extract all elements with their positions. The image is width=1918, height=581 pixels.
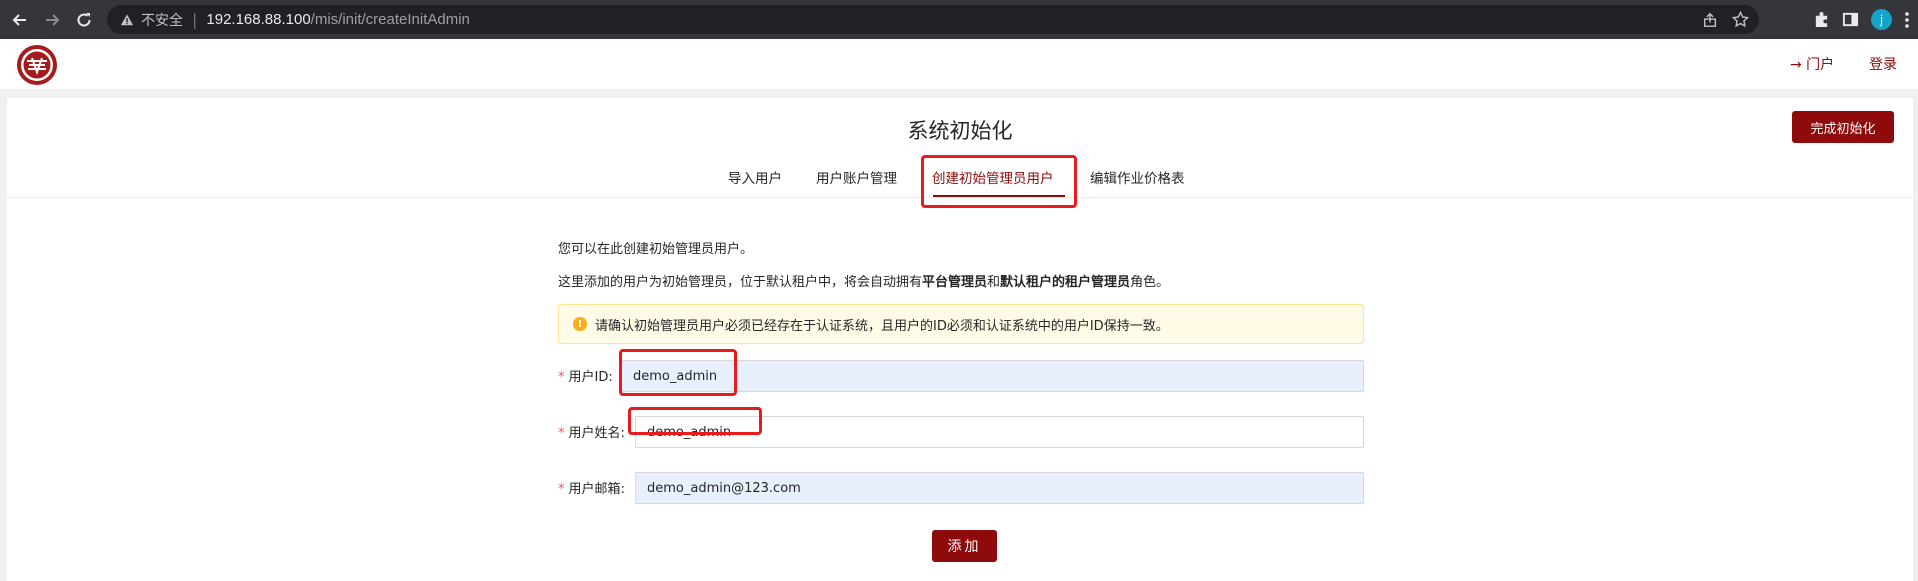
user-id-label: * 用户ID: — [558, 370, 613, 385]
url-separator: | — [192, 10, 198, 29]
alert-text: 请确认初始管理员用户必须已经存在于认证系统，且用户的ID必须和认证系统中的用户I… — [595, 318, 1169, 334]
highlight-box-user-id — [619, 349, 737, 396]
back-icon[interactable] — [4, 4, 36, 36]
email-label: * 用户邮箱: — [558, 482, 625, 497]
url-text[interactable]: 192.168.88.100/mis/init/createInitAdmin — [206, 11, 470, 28]
bookmark-star-icon[interactable] — [1732, 11, 1749, 28]
tab-user-account-management[interactable]: 用户账户管理 — [816, 167, 897, 187]
side-panel-icon[interactable] — [1842, 11, 1859, 28]
intro-text: 您可以在此创建初始管理员用户。 — [558, 242, 754, 257]
main-card: 系统初始化 完成初始化 导入用户 用户账户管理 创建初始管理员用户 编辑作业价格… — [7, 98, 1913, 581]
tab-edit-job-price-table[interactable]: 编辑作业价格表 — [1090, 167, 1185, 187]
university-logo[interactable] — [16, 44, 58, 86]
warning-alert: ! 请确认初始管理员用户必须已经存在于认证系统，且用户的ID必须和认证系统中的用… — [558, 304, 1364, 344]
description-text: 这里添加的用户为初始管理员，位于默认租户中，将会自动拥有平台管理员和默认租户的租… — [558, 275, 1170, 290]
add-button[interactable]: 添加 — [932, 530, 997, 562]
browser-toolbar: 不安全 | 192.168.88.100/mis/init/createInit… — [0, 0, 1918, 39]
forward-icon[interactable] — [36, 4, 68, 36]
more-menu-icon[interactable] — [1904, 11, 1910, 29]
page-title: 系统初始化 — [907, 119, 1013, 143]
profile-avatar[interactable]: j — [1871, 9, 1892, 30]
highlight-box-tab — [921, 155, 1077, 208]
extensions-icon[interactable] — [1813, 11, 1830, 28]
warning-triangle-icon — [119, 12, 135, 28]
user-name-label: * 用户姓名: — [558, 426, 625, 441]
portal-link[interactable]: → 门户 — [1790, 54, 1834, 74]
share-icon[interactable] — [1702, 12, 1718, 28]
email-field[interactable]: demo_admin@123.com — [635, 472, 1364, 504]
address-bar[interactable]: 不安全 | 192.168.88.100/mis/init/createInit… — [107, 5, 1759, 34]
login-link[interactable]: 登录 — [1869, 54, 1897, 74]
finish-init-button[interactable]: 完成初始化 — [1792, 111, 1894, 143]
site-header: → 门户 登录 — [0, 39, 1918, 89]
highlight-box-user-name — [628, 407, 762, 435]
reload-icon[interactable] — [68, 4, 100, 36]
insecure-label: 不安全 — [141, 12, 183, 29]
tab-import-users[interactable]: 导入用户 — [728, 167, 782, 187]
exclamation-icon: ! — [573, 317, 587, 331]
